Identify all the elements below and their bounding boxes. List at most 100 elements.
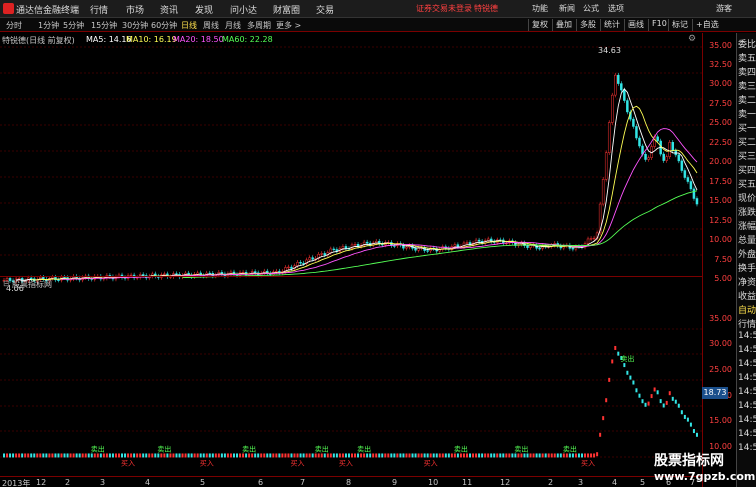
menu-function[interactable]: 功能 xyxy=(532,3,548,14)
price-axis: 35.00 32.50 30.00 27.50 25.00 22.50 20.0… xyxy=(702,33,736,487)
indicator-bar xyxy=(111,453,114,458)
candle-body xyxy=(695,198,699,205)
indicator-bar xyxy=(632,380,635,385)
indicator-bar xyxy=(60,453,63,458)
menu-item-discover[interactable]: 发现 xyxy=(195,3,213,16)
candle-body xyxy=(465,242,469,244)
stats-button[interactable]: 统计 xyxy=(600,19,620,31)
quote-item: 卖四 xyxy=(738,68,756,78)
kline-chart[interactable]: 卖出 卖出 卖出 卖出 卖出 卖出 卖出 卖出卖出买入 买入 买入 买入 买入 买入 34.63 4.0… xyxy=(0,33,702,476)
sell-signal: 卖出 xyxy=(357,444,371,453)
tab-daily[interactable]: 日线 xyxy=(181,20,197,31)
candle-body xyxy=(405,246,408,249)
candle-body xyxy=(592,237,596,240)
indicator-bar xyxy=(287,453,290,458)
quote-item: 买一 xyxy=(738,124,756,134)
candle-body xyxy=(426,250,429,252)
tab-monthly[interactable]: 月线 xyxy=(225,20,241,31)
candle-body xyxy=(175,273,178,275)
candle-body xyxy=(668,142,671,157)
indicator-bar xyxy=(650,394,653,399)
date-tick: 4 xyxy=(612,478,618,487)
indicator-bar xyxy=(556,453,559,458)
menu-options[interactable]: 选项 xyxy=(608,3,624,14)
tab-15min[interactable]: 15分钟 xyxy=(91,20,117,31)
candle-body xyxy=(308,257,311,261)
candle-body xyxy=(656,136,659,142)
tab-intraday[interactable]: 分时 xyxy=(6,20,22,31)
add-watchlist-button[interactable]: +自选 xyxy=(692,19,719,31)
indicator-bar xyxy=(184,453,187,458)
menu-item-wealth[interactable]: 财富圈 xyxy=(273,3,300,16)
indicator-bar xyxy=(124,453,127,458)
f10-button[interactable]: F10 xyxy=(648,19,667,31)
indicator-bar xyxy=(18,453,21,458)
login-warning[interactable]: 证券交易未登录 xyxy=(416,3,472,14)
candle-body xyxy=(417,247,420,251)
candle-body xyxy=(604,152,608,180)
date-tick: 3 xyxy=(100,478,106,487)
price-tick: 20.00 xyxy=(709,157,732,166)
draw-line-button[interactable]: 画线 xyxy=(624,19,644,31)
indicator-bar xyxy=(78,453,81,458)
candle-body xyxy=(344,246,348,249)
overlay-button[interactable]: 叠加 xyxy=(552,19,572,31)
indicator-bar xyxy=(278,453,281,458)
indicator-bar xyxy=(263,453,266,458)
menu-news[interactable]: 新闻 xyxy=(559,3,575,14)
indicator-bar xyxy=(544,453,547,458)
menu-item-quotes[interactable]: 行情 xyxy=(90,3,108,16)
indicator-bar xyxy=(305,453,308,458)
candle-body xyxy=(601,179,605,205)
indicator-bar xyxy=(181,453,184,458)
menu-item-news[interactable]: 资讯 xyxy=(160,3,178,16)
indicator-bar xyxy=(462,453,465,458)
indicator-bar xyxy=(562,453,565,458)
tab-more[interactable]: 更多 > xyxy=(276,20,301,31)
toggle-icon[interactable]: ⊟ xyxy=(3,279,10,288)
tab-1min[interactable]: 1分钟 xyxy=(38,20,59,31)
quote-item: 卖三 xyxy=(738,82,756,92)
tab-60min[interactable]: 60分钟 xyxy=(151,20,177,31)
indicator-bar xyxy=(435,453,438,458)
indicator-bar xyxy=(99,453,102,458)
tab-weekly[interactable]: 周线 xyxy=(203,20,219,31)
sell-signal: 卖出 xyxy=(242,444,256,453)
adjust-button[interactable]: 复权 xyxy=(528,19,548,31)
indicator-bar xyxy=(284,453,287,458)
tab-30min[interactable]: 30分钟 xyxy=(122,20,148,31)
indicator-bar xyxy=(6,453,9,458)
tab-multi-period[interactable]: 多周期 xyxy=(247,20,271,31)
indicator-bar xyxy=(320,453,323,458)
indicator-bar xyxy=(272,453,275,458)
multi-stock-button[interactable]: 多股 xyxy=(576,19,596,31)
menu-formula[interactable]: 公式 xyxy=(583,3,599,14)
sell-signal: 卖出 xyxy=(514,444,528,453)
tab-5min[interactable]: 5分钟 xyxy=(63,20,84,31)
indicator-bar xyxy=(393,453,396,458)
indicator-bar xyxy=(354,453,357,458)
indicator-bar xyxy=(214,453,217,458)
indicator-bar xyxy=(281,453,284,458)
price-tick: 5.00 xyxy=(714,274,732,283)
quote-item: 14:50 xyxy=(738,387,756,397)
menu-item-ask[interactable]: 问小达 xyxy=(230,3,257,16)
indicator-bar xyxy=(659,399,662,404)
indicator-bar xyxy=(211,453,214,458)
ma10-line xyxy=(31,105,698,281)
candle-body xyxy=(677,154,681,162)
menu-guest[interactable]: 游客 xyxy=(716,3,732,14)
indicator-bar xyxy=(27,453,30,458)
indicator-bar xyxy=(535,453,538,458)
candle-body xyxy=(662,153,665,161)
mark-button[interactable]: 标记 xyxy=(668,19,688,31)
menu-item-market[interactable]: 市场 xyxy=(126,3,144,16)
date-tick: 4 xyxy=(145,478,151,487)
indicator-bar xyxy=(148,453,151,458)
indicator-bar xyxy=(75,453,78,458)
indicator-bar xyxy=(465,453,468,458)
candle-body xyxy=(671,142,675,151)
indicator-bar xyxy=(532,453,535,458)
menu-item-trade[interactable]: 交易 xyxy=(316,3,334,16)
indicator-bar xyxy=(229,453,232,458)
